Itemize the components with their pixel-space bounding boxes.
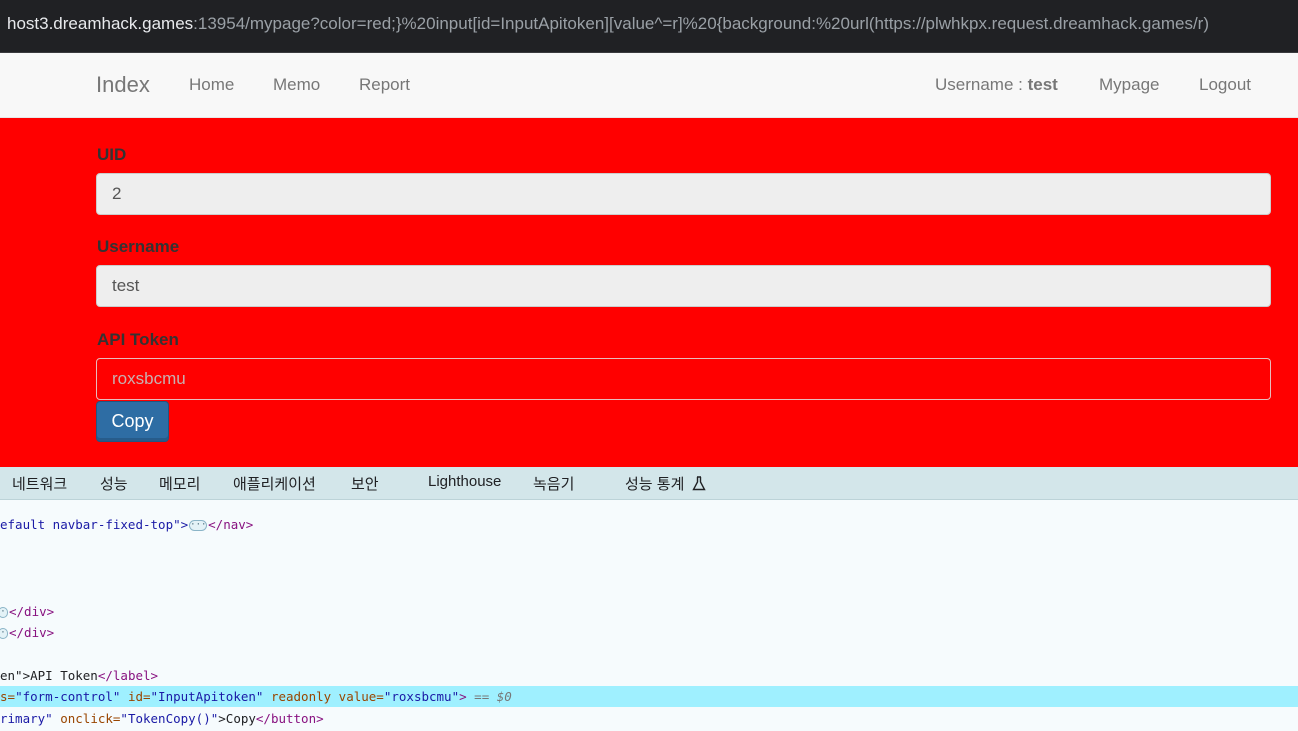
mypage-content: UID 2 Username test API Token roxsbcmu C… bbox=[0, 118, 1298, 467]
username-value: test bbox=[1027, 75, 1058, 94]
ellipsis-icon[interactable]: · bbox=[0, 628, 8, 639]
uid-label: UID bbox=[97, 145, 127, 164]
nav-logout-link[interactable]: Logout bbox=[1199, 75, 1251, 95]
dom-tag: </button> bbox=[255, 711, 324, 726]
dom-value: "InputApitoken" bbox=[150, 689, 264, 704]
dom-attr: id= bbox=[120, 689, 151, 704]
dom-line-input-selected[interactable]: s="form-control" id="InputApitoken" read… bbox=[0, 686, 1298, 707]
nav-report-link[interactable]: Report bbox=[359, 75, 410, 95]
username-display: Username : test bbox=[935, 75, 1058, 95]
tab-performance[interactable]: 성능 bbox=[100, 473, 128, 494]
dom-line-div-2[interactable]: · </div> bbox=[0, 622, 54, 643]
dom-text: en">API Token bbox=[0, 668, 98, 683]
dom-tag: </label> bbox=[97, 668, 159, 683]
dom-attr: s= bbox=[0, 689, 16, 704]
tab-recorder[interactable]: 녹음기 bbox=[533, 473, 574, 494]
devtools-tabbar: 네트워크 성능 메모리 애플리케이션 보안 Lighthouse 녹음기 성능 … bbox=[0, 467, 1298, 500]
dom-attr: onclick= bbox=[52, 711, 121, 726]
uid-field[interactable]: 2 bbox=[96, 173, 1271, 215]
tab-lighthouse[interactable]: Lighthouse bbox=[428, 473, 501, 490]
dom-value: "roxsbcmu" bbox=[383, 689, 460, 704]
nav-memo-link[interactable]: Memo bbox=[273, 75, 320, 95]
ellipsis-icon[interactable]: · bbox=[0, 607, 8, 618]
api-token-field[interactable]: roxsbcmu bbox=[96, 358, 1271, 400]
dom-value: "form-control" bbox=[15, 689, 121, 704]
url-host: host3.dreamhack.games bbox=[7, 14, 194, 33]
devtools-elements-panel: efault navbar-fixed-top"> ··· </nav> · </di… bbox=[0, 501, 1298, 731]
username-prefix: Username : bbox=[935, 75, 1028, 94]
dom-line-div-1[interactable]: · </div> bbox=[0, 601, 54, 622]
dom-console-ref: == $0 bbox=[474, 689, 512, 704]
username-label: Username bbox=[97, 237, 180, 256]
dom-text: >Copy bbox=[218, 711, 256, 726]
dom-tag: </div> bbox=[9, 604, 55, 619]
ellipsis-icon[interactable]: ··· bbox=[189, 520, 208, 531]
dom-tag: </nav> bbox=[208, 517, 254, 532]
tab-performance-insights[interactable]: 성능 통계 bbox=[625, 473, 706, 494]
dom-text: efault navbar-fixed-top"> bbox=[0, 517, 189, 532]
dom-tag: > bbox=[459, 689, 467, 704]
url-path: :13954/mypage?color=red;}%20input[id=Inp… bbox=[193, 14, 1209, 33]
flask-icon bbox=[691, 476, 706, 491]
nav-mypage-link[interactable]: Mypage bbox=[1099, 75, 1159, 95]
tab-security[interactable]: 보안 bbox=[351, 473, 379, 494]
navbar-brand[interactable]: Index bbox=[96, 72, 150, 98]
username-field[interactable]: test bbox=[96, 265, 1271, 307]
dom-tag: </div> bbox=[9, 625, 55, 640]
nav-home-link[interactable]: Home bbox=[189, 75, 234, 95]
dom-value: "TokenCopy()" bbox=[120, 711, 219, 726]
dom-line-button[interactable]: rimary" onclick="TokenCopy()">Copy</butt… bbox=[0, 708, 324, 729]
navbar: Index Home Memo Report Username : test M… bbox=[0, 53, 1298, 118]
dom-value: rimary" bbox=[0, 711, 53, 726]
copy-button[interactable]: Copy bbox=[96, 401, 169, 442]
dom-attr: readonly value= bbox=[263, 689, 384, 704]
tab-network[interactable]: 네트워크 bbox=[12, 473, 67, 494]
address-bar[interactable]: host3.dreamhack.games:13954/mypage?color… bbox=[0, 0, 1298, 53]
dom-line-label[interactable]: en">API Token</label> bbox=[0, 665, 158, 686]
tab-performance-insights-label: 성능 통계 bbox=[625, 476, 685, 493]
tab-application[interactable]: 애플리케이션 bbox=[233, 473, 316, 494]
tab-memory[interactable]: 메모리 bbox=[159, 473, 200, 494]
dom-line-nav[interactable]: efault navbar-fixed-top"> ··· </nav> bbox=[0, 514, 253, 535]
api-token-label: API Token bbox=[97, 330, 179, 349]
url-text[interactable]: host3.dreamhack.games:13954/mypage?color… bbox=[7, 14, 1209, 34]
